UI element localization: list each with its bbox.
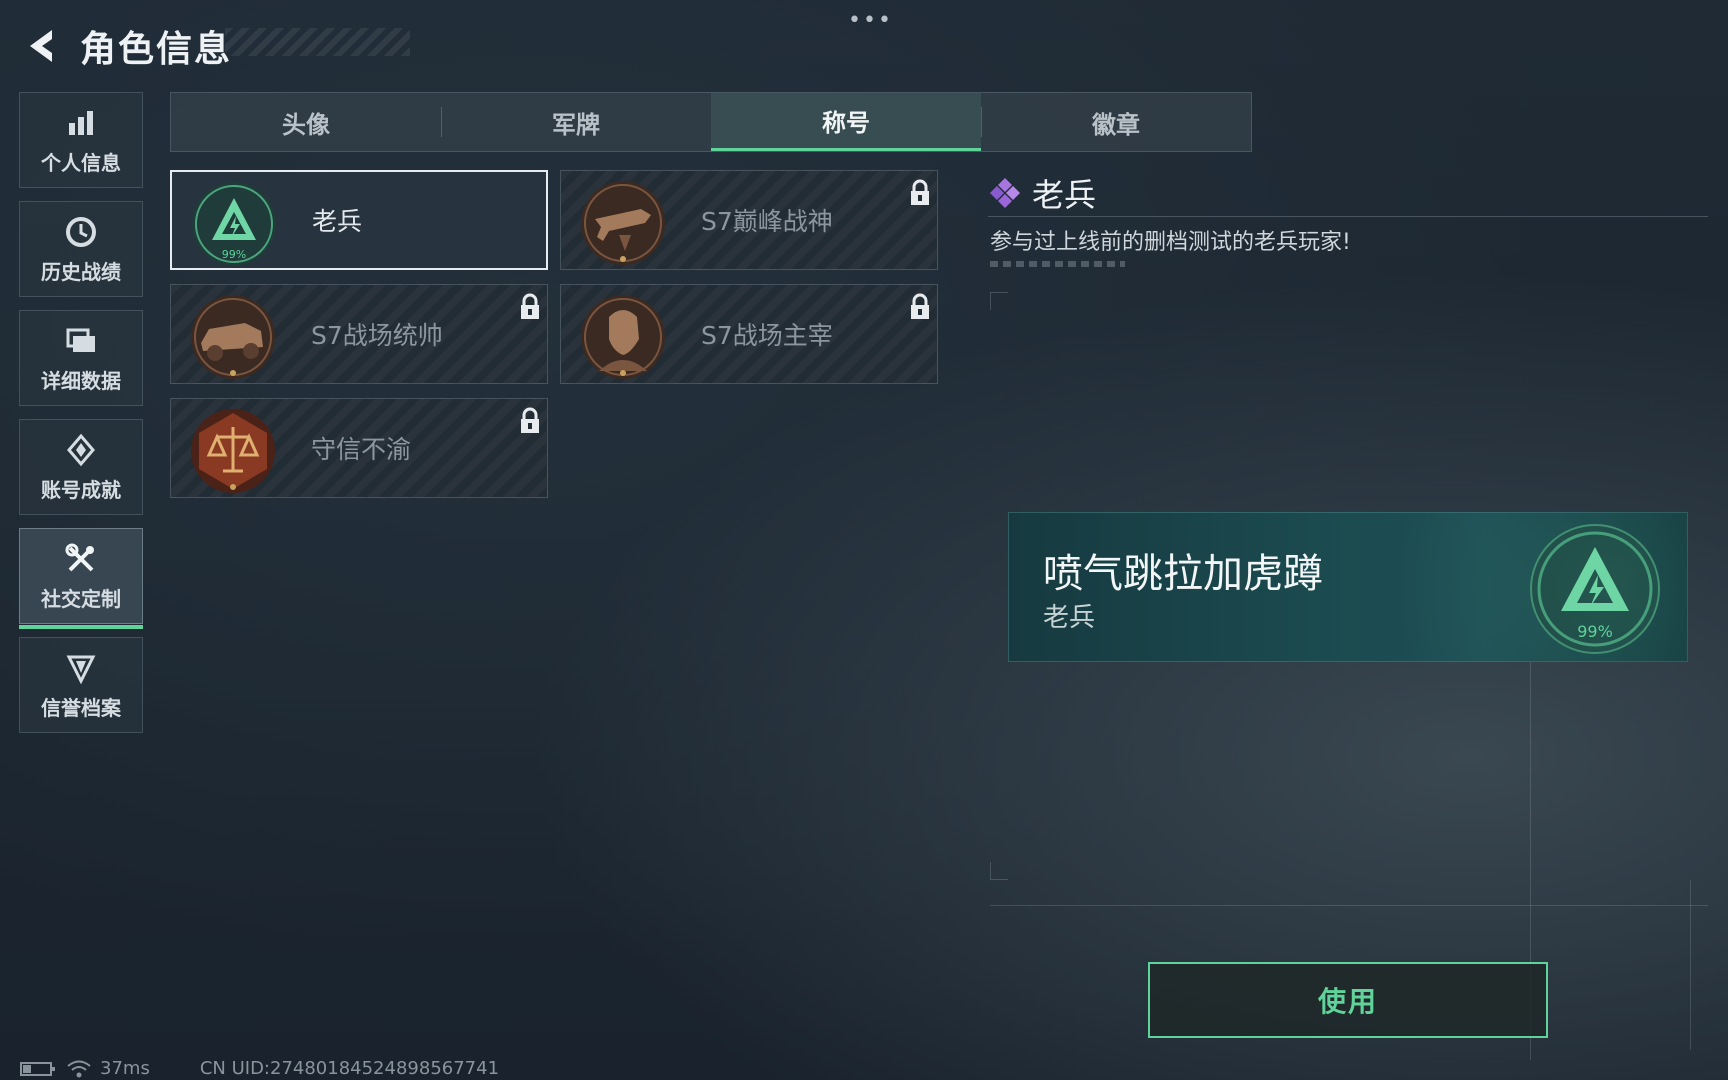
detail-description: 参与过上线前的删档测试的老兵玩家! xyxy=(990,230,1351,255)
user-uid: CN UID:27480184524898567741 xyxy=(199,1058,500,1079)
sidebar-item-label: 详细数据 xyxy=(41,368,121,393)
weapon-badge-icon xyxy=(581,181,665,265)
sidebar-item-personal-info[interactable]: 个人信息 xyxy=(19,92,143,188)
sidebar-item-label: 社交定制 xyxy=(41,586,121,611)
sidebar-item-reputation[interactable]: 信誉档案 xyxy=(19,637,143,733)
tools-icon xyxy=(63,541,99,577)
badge-percent: 99% xyxy=(1577,622,1613,641)
tab-title[interactable]: 称号 xyxy=(711,93,981,151)
lock-icon xyxy=(911,179,929,205)
vehicle-badge-icon xyxy=(191,295,275,379)
divider xyxy=(990,261,1125,267)
divider xyxy=(988,216,1708,217)
title-card-label: S7巅峰战神 xyxy=(701,207,833,236)
tab-emblem[interactable]: 徽章 xyxy=(981,93,1251,151)
tab-bar: 头像 军牌 称号 徽章 xyxy=(170,92,1252,152)
sidebar-item-label: 账号成就 xyxy=(41,477,121,502)
more-options-icon[interactable]: ••• xyxy=(848,8,893,33)
ping-value: 37ms xyxy=(100,1058,150,1079)
detail-title-name: 老兵 xyxy=(1032,176,1097,214)
sidebar-item-label: 信誉档案 xyxy=(41,695,121,720)
back-arrow-icon xyxy=(30,30,52,62)
divider xyxy=(1690,880,1691,1050)
veteran-badge-icon: 99% xyxy=(192,182,276,266)
sidebar-item-history[interactable]: 历史战绩 xyxy=(19,201,143,297)
wifi-icon xyxy=(67,1060,91,1077)
title-card-label: S7战场主宰 xyxy=(701,321,833,350)
lock-icon xyxy=(911,293,929,319)
tab-avatar[interactable]: 头像 xyxy=(171,93,441,151)
sidebar-item-detailed-data[interactable]: 详细数据 xyxy=(19,310,143,406)
sidebar-item-label: 历史战绩 xyxy=(41,259,121,284)
lock-icon xyxy=(521,407,539,433)
player-name: 喷气跳拉加虎蹲 xyxy=(1043,551,1323,597)
status-bar: 37ms CN UID:27480184524898567741 xyxy=(20,1058,499,1079)
title-decoration xyxy=(225,28,410,56)
title-card-s7-peak-warrior[interactable]: S7巅峰战神 xyxy=(560,170,938,270)
scales-badge-icon xyxy=(191,409,275,493)
folder-icon xyxy=(63,323,99,359)
sidebar: 个人信息 历史战绩 详细数据 账号成就 社交定制 信誉档案 xyxy=(19,92,145,746)
history-icon xyxy=(63,214,99,250)
use-button-label: 使用 xyxy=(1317,985,1378,1018)
title-card-veteran[interactable]: 99% 老兵 xyxy=(170,170,548,270)
achievement-icon xyxy=(63,432,99,468)
nameplate-preview: 喷气跳拉加虎蹲 老兵 99% xyxy=(1008,512,1688,662)
use-button[interactable]: 使用 xyxy=(1148,962,1548,1038)
bar-chart-icon xyxy=(63,105,99,141)
soldier-badge-icon xyxy=(581,295,665,379)
nameplate-title: 老兵 xyxy=(1043,603,1096,633)
sidebar-item-label: 个人信息 xyxy=(41,150,121,175)
veteran-badge-icon: 99% xyxy=(1530,524,1660,654)
lock-icon xyxy=(521,293,539,319)
tab-dog-tag[interactable]: 军牌 xyxy=(441,93,711,151)
title-card-label: S7战场统帅 xyxy=(311,321,443,350)
battery-icon xyxy=(20,1061,55,1076)
title-card-s7-battlefield-ruler[interactable]: S7战场主宰 xyxy=(560,284,938,384)
title-card-label: 老兵 xyxy=(312,207,363,236)
frame-corner xyxy=(990,292,1008,310)
divider xyxy=(990,905,1708,906)
reputation-icon xyxy=(63,650,99,686)
detail-header: 老兵 xyxy=(988,170,1096,216)
title-card-s7-battlefield-marshal[interactable]: S7战场统帅 xyxy=(170,284,548,384)
title-card-label: 守信不渝 xyxy=(311,435,412,464)
page-title: 角色信息 xyxy=(80,29,233,70)
purple-diamond-icon xyxy=(990,178,1020,208)
sidebar-item-achievements[interactable]: 账号成就 xyxy=(19,419,143,515)
back-button[interactable] xyxy=(20,24,64,68)
header: 角色信息 xyxy=(20,18,232,74)
sidebar-item-social-custom[interactable]: 社交定制 xyxy=(19,528,143,629)
badge-percent: 99% xyxy=(222,248,246,261)
screen: ••• 角色信息 个人信息 历史战绩 详细数据 账号成就 社交定制 信誉档案 头… xyxy=(0,0,1728,1080)
frame-corner xyxy=(990,862,1008,880)
title-card-trustworthy[interactable]: 守信不渝 xyxy=(170,398,548,498)
